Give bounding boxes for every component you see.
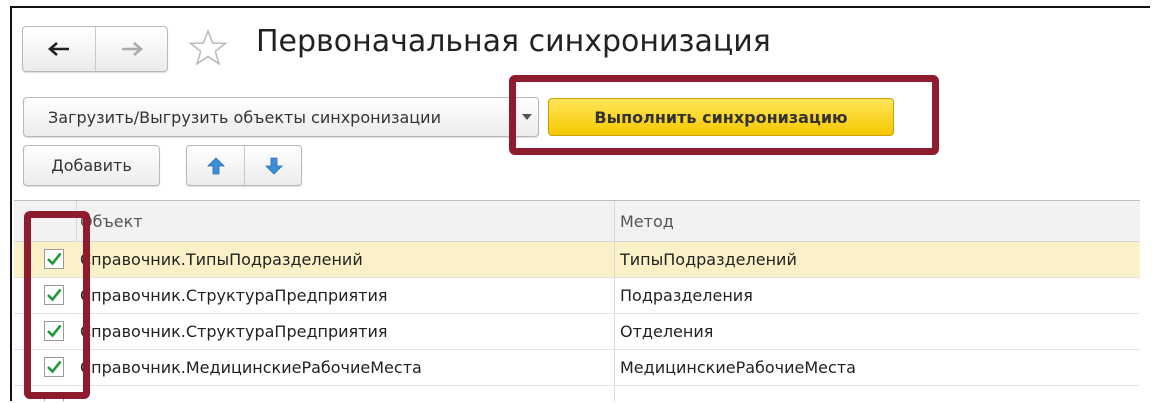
add-button[interactable]: Добавить (23, 145, 160, 186)
star-icon[interactable] (188, 28, 228, 68)
page-title: Первоначальная синхронизация (256, 24, 771, 59)
method-cell: Отделения (620, 322, 714, 341)
table-row[interactable]: Справочник.МедицинскиеРабочиеМеста Медиц… (14, 350, 1140, 386)
method-cell: Подразделения (620, 286, 753, 305)
move-up-button[interactable] (187, 146, 245, 185)
add-label: Добавить (51, 156, 132, 175)
move-down-button[interactable] (245, 146, 302, 185)
column-header-method[interactable]: Метод (620, 212, 674, 231)
method-cell: МедицинскиеРабочиеМеста (620, 358, 856, 377)
arrow-left-icon (48, 42, 69, 56)
table-row[interactable]: Справочник.СтруктураПредприятия Отделени… (14, 314, 1140, 350)
navigation-buttons (22, 26, 168, 72)
table-row[interactable] (14, 386, 1140, 401)
method-cell: ТипыПодразделений (620, 250, 797, 269)
arrow-up-icon (206, 156, 225, 174)
sync-objects-table: Объект Метод Справочник.ТипыПодразделени… (14, 200, 1140, 401)
forward-button[interactable] (96, 27, 168, 71)
back-button[interactable] (23, 27, 96, 71)
highlight-frame-run-button (509, 75, 939, 155)
object-cell: Справочник.ТипыПодразделений (80, 250, 363, 269)
object-cell: Справочник.МедицинскиеРабочиеМеста (80, 358, 422, 377)
move-buttons (186, 145, 302, 186)
arrow-right-icon (122, 42, 143, 56)
highlight-frame-checkboxes (24, 211, 90, 399)
load-unload-dropdown-button[interactable]: Загрузить/Выгрузить объекты синхронизаци… (23, 97, 539, 137)
column-divider (614, 201, 615, 401)
table-row[interactable]: Справочник.ТипыПодразделений ТипыПодразд… (14, 242, 1140, 278)
object-cell: Справочник.СтруктураПредприятия (80, 322, 388, 341)
load-unload-label: Загрузить/Выгрузить объекты синхронизаци… (48, 107, 441, 127)
table-header: Объект Метод (14, 201, 1140, 242)
object-cell: Справочник.СтруктураПредприятия (80, 286, 388, 305)
table-row[interactable]: Справочник.СтруктураПредприятия Подразде… (14, 278, 1140, 314)
arrow-down-icon (264, 157, 283, 175)
